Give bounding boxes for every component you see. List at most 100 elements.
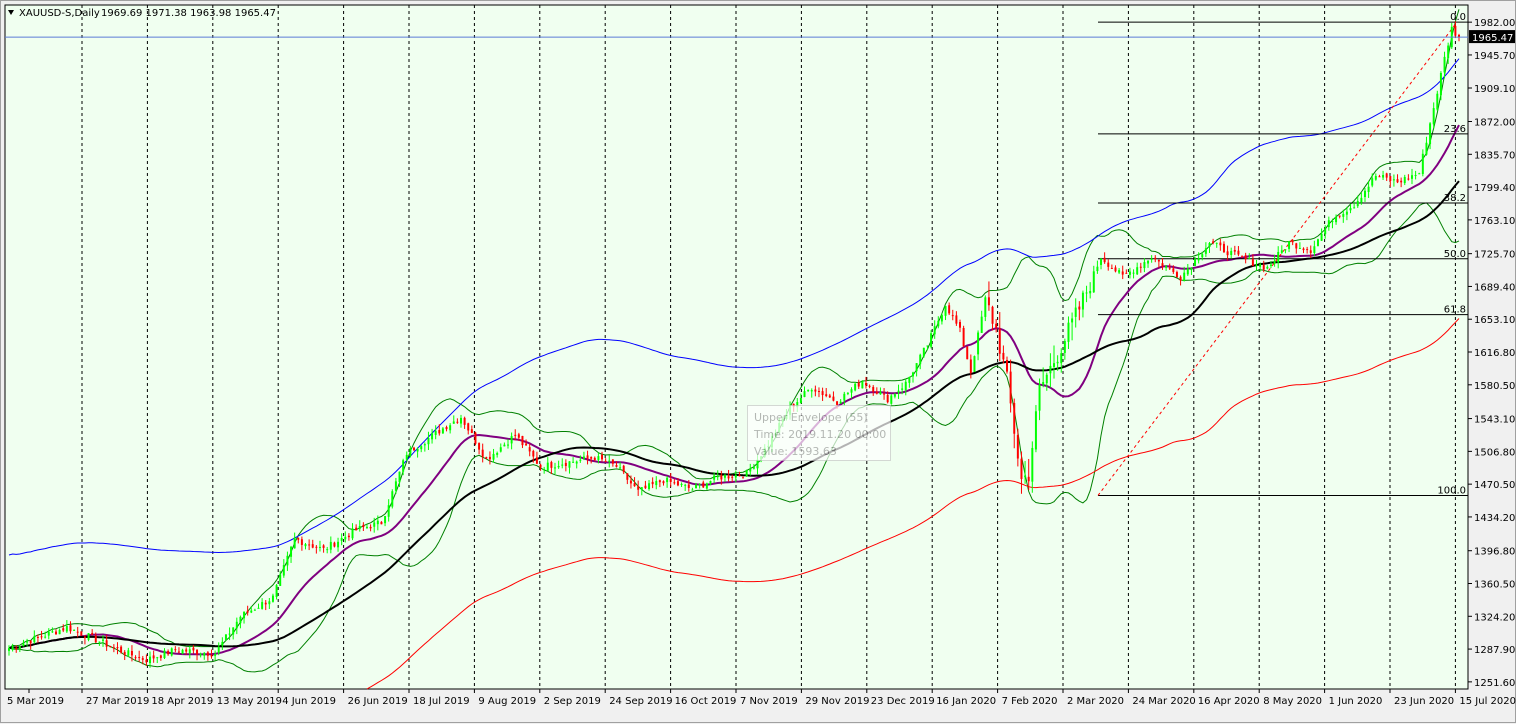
candle-body bbox=[546, 462, 549, 471]
candle-body bbox=[1237, 250, 1240, 255]
candle-body bbox=[156, 657, 159, 659]
price-chart[interactable]: 0.023.638.250.061.8100.0 1982.001945.701… bbox=[1, 1, 1516, 724]
candle-body bbox=[210, 655, 213, 657]
candle-body bbox=[308, 544, 311, 546]
candle-body bbox=[1009, 371, 1012, 404]
candle-body bbox=[995, 323, 998, 328]
candle-body bbox=[662, 481, 665, 484]
candle-body bbox=[1284, 249, 1287, 251]
candle-body bbox=[911, 372, 914, 377]
candle-body bbox=[1407, 178, 1410, 180]
candle-body bbox=[452, 421, 455, 424]
candle-body bbox=[329, 541, 332, 550]
candle-body bbox=[1168, 267, 1171, 269]
candle-body bbox=[977, 332, 980, 355]
candle-body bbox=[40, 636, 43, 638]
candle-body bbox=[525, 443, 528, 446]
candle-body bbox=[36, 636, 39, 638]
candle bbox=[224, 634, 227, 641]
candle-body bbox=[261, 602, 264, 609]
candle-body bbox=[87, 633, 90, 640]
candle-body bbox=[311, 544, 314, 548]
candle-body bbox=[181, 649, 184, 654]
candle-body bbox=[394, 481, 397, 491]
candle-body bbox=[1085, 292, 1088, 294]
candle-body bbox=[474, 432, 477, 444]
price-label: 1689.40 bbox=[1474, 282, 1515, 293]
candle-body bbox=[1266, 266, 1269, 269]
candle-body bbox=[1306, 249, 1309, 251]
candle-body bbox=[1208, 243, 1211, 248]
candle-body bbox=[850, 389, 853, 393]
candle-body bbox=[1331, 221, 1334, 223]
candle-body bbox=[868, 385, 871, 387]
candle bbox=[80, 631, 83, 636]
candle-body bbox=[1118, 270, 1121, 273]
candle-body bbox=[709, 480, 712, 485]
candle-body bbox=[550, 462, 553, 468]
candle-body bbox=[528, 447, 531, 452]
candle-body bbox=[561, 464, 564, 466]
candle-body bbox=[727, 476, 730, 479]
candle-body bbox=[1067, 322, 1070, 342]
candle-body bbox=[387, 505, 390, 517]
candle-body bbox=[622, 465, 625, 473]
date-label: 16 Oct 2019 bbox=[675, 696, 737, 707]
candle-body bbox=[373, 522, 376, 527]
candle-body bbox=[644, 485, 647, 489]
candle-body bbox=[1349, 208, 1352, 211]
candle-body bbox=[1313, 246, 1316, 254]
candle-body bbox=[1175, 272, 1178, 278]
candle-body bbox=[1078, 306, 1081, 310]
candle-body bbox=[723, 475, 726, 478]
chart-window[interactable]: 0.0 23.6 38.2 50.0 61.8 100.0 1982.00 1945.70 1… bbox=[0, 0, 1516, 723]
candle-body bbox=[1096, 266, 1099, 272]
candle-body bbox=[893, 394, 896, 397]
price-label: 1653.10 bbox=[1474, 315, 1515, 326]
candle-body bbox=[919, 354, 922, 365]
candle-body bbox=[1089, 290, 1092, 294]
candle-body bbox=[196, 649, 199, 655]
candle-body bbox=[1183, 272, 1186, 282]
candle-body bbox=[76, 631, 79, 633]
candle-body bbox=[969, 359, 972, 373]
candle-body bbox=[1298, 247, 1301, 249]
candle-body bbox=[257, 607, 260, 609]
candle-body bbox=[1309, 250, 1312, 253]
candle-body bbox=[380, 521, 383, 525]
candle-body bbox=[987, 297, 990, 306]
candle-body bbox=[239, 616, 242, 624]
candle-body bbox=[149, 656, 152, 664]
candle-body bbox=[572, 461, 575, 463]
candle-body bbox=[246, 610, 249, 613]
chart-title: XAUUSD-S,Daily 1969.69 1971.38 1963.98 1… bbox=[8, 8, 276, 19]
candle-body bbox=[217, 646, 220, 653]
candle-body bbox=[933, 326, 936, 335]
candle-body bbox=[904, 381, 907, 391]
candle-body bbox=[271, 595, 274, 602]
candle-body bbox=[80, 631, 83, 636]
candle-body bbox=[1360, 197, 1363, 203]
candle-body bbox=[1385, 173, 1388, 178]
candle-body bbox=[745, 470, 748, 477]
candle-body bbox=[102, 639, 105, 641]
candle-body bbox=[568, 461, 571, 468]
candle-body bbox=[633, 483, 636, 487]
candle-body bbox=[821, 391, 824, 396]
candle-body bbox=[69, 625, 72, 632]
candle-body bbox=[351, 528, 354, 539]
candle-body bbox=[105, 640, 108, 647]
candle-body bbox=[1186, 268, 1189, 275]
candle-body bbox=[879, 391, 882, 395]
candle-body bbox=[1215, 242, 1218, 244]
candle-body bbox=[637, 486, 640, 490]
candle-body bbox=[828, 395, 831, 398]
candle-body bbox=[1367, 186, 1370, 193]
candle-body bbox=[810, 390, 813, 392]
candle-body bbox=[619, 467, 622, 469]
date-label: 16 Apr 2020 bbox=[1198, 696, 1260, 707]
candle-body bbox=[1345, 211, 1348, 215]
candle-body bbox=[470, 429, 473, 433]
candle-body bbox=[832, 396, 835, 401]
candle-body bbox=[268, 601, 271, 605]
